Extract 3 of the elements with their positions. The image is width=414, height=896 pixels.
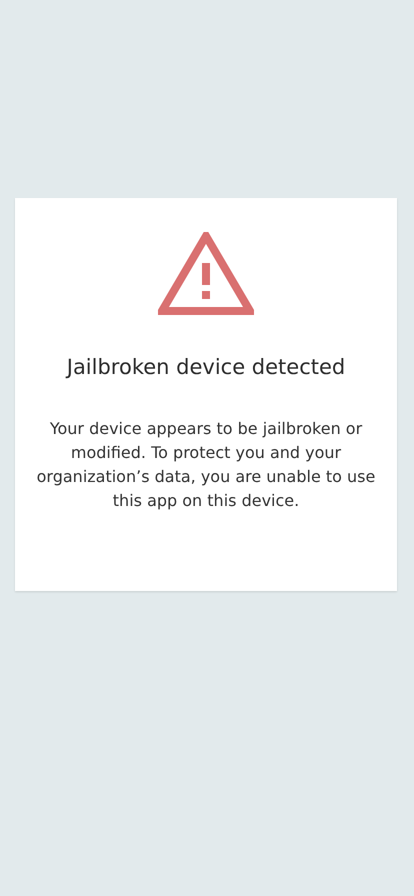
alert-title: Jailbroken device detected [66, 355, 346, 379]
warning-icon [158, 232, 254, 315]
alert-message: Your device appears to be jailbroken or modified. To protect you and your organization’s data, you are unable to use this app on this device. [36, 418, 376, 512]
